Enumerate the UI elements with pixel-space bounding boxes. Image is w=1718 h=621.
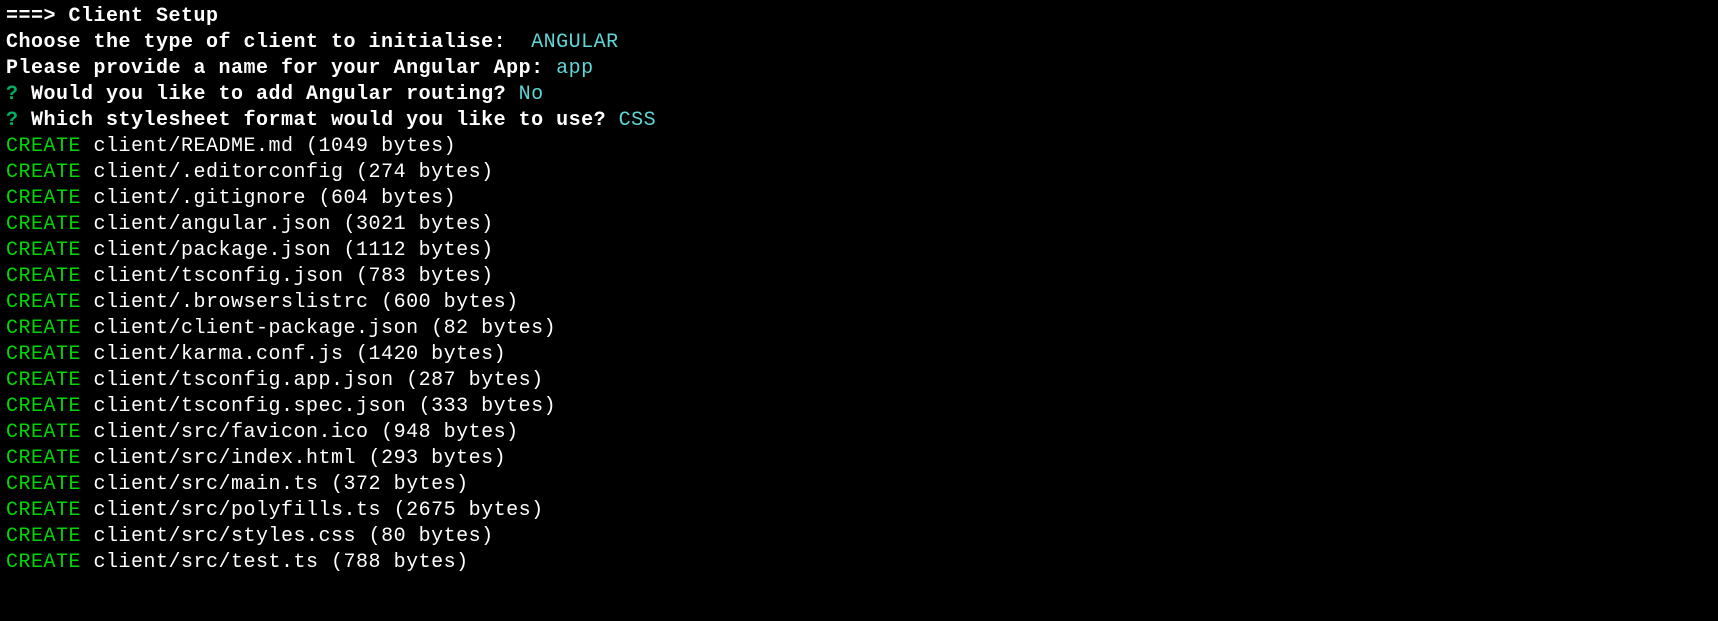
create-file-info: client/angular.json (3021 bytes) <box>81 213 494 236</box>
header-title: Client Setup <box>69 5 219 28</box>
create-line: CREATE client/karma.conf.js (1420 bytes) <box>6 342 1712 368</box>
create-line: CREATE client/tsconfig.json (783 bytes) <box>6 264 1712 290</box>
create-verb: CREATE <box>6 239 81 262</box>
create-verb: CREATE <box>6 135 81 158</box>
create-verb: CREATE <box>6 525 81 548</box>
create-file-info: client/tsconfig.json (783 bytes) <box>81 265 494 288</box>
create-file-info: client/.editorconfig (274 bytes) <box>81 161 494 184</box>
prompt-label: Please provide a name for your Angular A… <box>6 57 556 80</box>
create-line: CREATE client/package.json (1112 bytes) <box>6 238 1712 264</box>
create-verb: CREATE <box>6 187 81 210</box>
header-line: ===> Client Setup <box>6 4 1712 30</box>
create-verb: CREATE <box>6 473 81 496</box>
create-line: CREATE client/.editorconfig (274 bytes) <box>6 160 1712 186</box>
create-file-info: client/README.md (1049 bytes) <box>81 135 456 158</box>
create-line: CREATE client/tsconfig.spec.json (333 by… <box>6 394 1712 420</box>
create-file-info: client/package.json (1112 bytes) <box>81 239 494 262</box>
create-line: CREATE client/src/index.html (293 bytes) <box>6 446 1712 472</box>
header-prefix: ===> <box>6 5 69 28</box>
prompt-answer: ANGULAR <box>531 31 619 54</box>
create-line: CREATE client/src/test.ts (788 bytes) <box>6 550 1712 576</box>
create-line: CREATE client/tsconfig.app.json (287 byt… <box>6 368 1712 394</box>
prompt-label: Choose the type of client to initialise: <box>6 31 531 54</box>
create-verb: CREATE <box>6 551 81 574</box>
create-file-info: client/src/styles.css (80 bytes) <box>81 525 494 548</box>
create-file-info: client/client-package.json (82 bytes) <box>81 317 556 340</box>
create-file-info: client/src/polyfills.ts (2675 bytes) <box>81 499 544 522</box>
create-line: CREATE client/src/styles.css (80 bytes) <box>6 524 1712 550</box>
prompt-answer: app <box>556 57 594 80</box>
create-verb: CREATE <box>6 447 81 470</box>
create-line: CREATE client/.gitignore (604 bytes) <box>6 186 1712 212</box>
create-line: CREATE client/src/main.ts (372 bytes) <box>6 472 1712 498</box>
create-file-info: client/src/main.ts (372 bytes) <box>81 473 469 496</box>
create-verb: CREATE <box>6 213 81 236</box>
create-verb: CREATE <box>6 317 81 340</box>
create-verb: CREATE <box>6 343 81 366</box>
create-file-info: client/src/index.html (293 bytes) <box>81 447 506 470</box>
create-verb: CREATE <box>6 395 81 418</box>
create-verb: CREATE <box>6 369 81 392</box>
create-verb: CREATE <box>6 265 81 288</box>
create-line: CREATE client/client-package.json (82 by… <box>6 316 1712 342</box>
create-line: CREATE client/angular.json (3021 bytes) <box>6 212 1712 238</box>
question-label: Which stylesheet format would you like t… <box>19 109 619 132</box>
create-verb: CREATE <box>6 161 81 184</box>
question-label: Would you like to add Angular routing? <box>19 83 519 106</box>
create-file-info: client/src/test.ts (788 bytes) <box>81 551 469 574</box>
question-line: ? Would you like to add Angular routing?… <box>6 82 1712 108</box>
create-file-info: client/karma.conf.js (1420 bytes) <box>81 343 506 366</box>
create-verb: CREATE <box>6 291 81 314</box>
create-verb: CREATE <box>6 499 81 522</box>
create-line: CREATE client/src/favicon.ico (948 bytes… <box>6 420 1712 446</box>
create-file-info: client/tsconfig.spec.json (333 bytes) <box>81 395 556 418</box>
create-file-info: client/.gitignore (604 bytes) <box>81 187 456 210</box>
question-mark-icon: ? <box>6 83 19 106</box>
prompt-line: Please provide a name for your Angular A… <box>6 56 1712 82</box>
question-line: ? Which stylesheet format would you like… <box>6 108 1712 134</box>
create-verb: CREATE <box>6 421 81 444</box>
create-file-info: client/tsconfig.app.json (287 bytes) <box>81 369 544 392</box>
question-answer: No <box>519 83 544 106</box>
question-mark-icon: ? <box>6 109 19 132</box>
question-answer: CSS <box>619 109 657 132</box>
create-file-info: client/.browserslistrc (600 bytes) <box>81 291 519 314</box>
create-file-info: client/src/favicon.ico (948 bytes) <box>81 421 519 444</box>
create-line: CREATE client/src/polyfills.ts (2675 byt… <box>6 498 1712 524</box>
create-line: CREATE client/.browserslistrc (600 bytes… <box>6 290 1712 316</box>
create-line: CREATE client/README.md (1049 bytes) <box>6 134 1712 160</box>
prompt-line: Choose the type of client to initialise:… <box>6 30 1712 56</box>
